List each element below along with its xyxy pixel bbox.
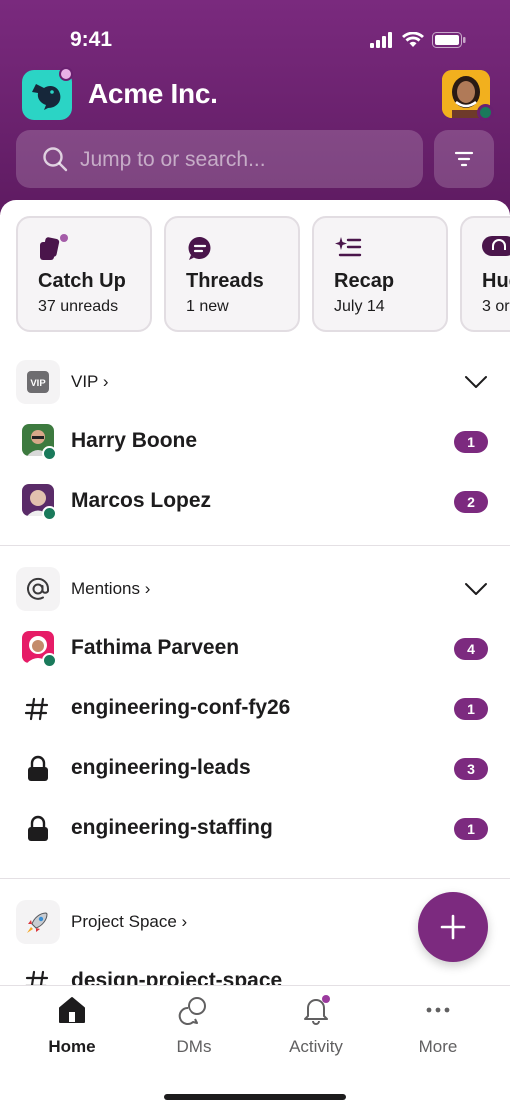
home-sheet: Catch Up 37 unreads Threads 1 new Recap … xyxy=(0,200,510,1109)
home-icon xyxy=(59,997,85,1023)
huddles-icon xyxy=(482,236,510,256)
presence-indicator xyxy=(42,506,57,521)
search-bar[interactable]: Jump to or search... xyxy=(16,130,423,188)
list-item[interactable]: Harry Boone 1 xyxy=(0,412,510,472)
section-title: VIP › xyxy=(71,372,109,391)
presence-indicator xyxy=(42,653,57,668)
mentions-section-icon xyxy=(16,567,60,611)
search-icon xyxy=(43,147,68,172)
status-time: 9:41 xyxy=(70,28,113,51)
workspace-name[interactable]: Acme Inc. xyxy=(88,78,218,110)
more-icon xyxy=(426,1007,450,1013)
search-placeholder: Jump to or search... xyxy=(80,148,266,171)
hash-icon xyxy=(24,697,49,721)
tab-label: More xyxy=(418,1037,458,1056)
section-header-mentions[interactable]: Mentions › xyxy=(0,559,510,619)
card-title: Hud xyxy=(482,270,510,292)
vip-section-icon: VIP xyxy=(16,360,60,404)
unread-badge: 2 xyxy=(454,491,488,513)
tab-label: Activity xyxy=(289,1037,343,1056)
list-item[interactable]: engineering-staffing 1 xyxy=(0,799,510,859)
tab-activity[interactable]: Activity xyxy=(256,994,376,1057)
item-name: Fathima Parveen xyxy=(71,636,240,659)
unread-badge: 1 xyxy=(454,818,488,840)
tab-bar: Home DMs Activity More xyxy=(0,985,510,1109)
card-threads[interactable]: Threads 1 new xyxy=(164,216,300,332)
card-subtitle: 37 unreads xyxy=(38,298,119,315)
plus-icon xyxy=(440,914,466,940)
section-header-vip[interactable]: VIP VIP › xyxy=(0,352,510,412)
unread-badge: 1 xyxy=(454,698,488,720)
section-title: Project Space › xyxy=(71,912,188,931)
my-presence-indicator xyxy=(477,104,494,121)
card-title: Threads xyxy=(186,270,264,292)
status-bar: 9:41 xyxy=(0,28,510,54)
section-vip: VIP VIP › Harry Boone 1 Marcos Lopez 2 xyxy=(0,352,510,532)
unread-badge: 4 xyxy=(454,638,488,660)
list-item[interactable]: engineering-leads 3 xyxy=(0,739,510,799)
rocket-icon xyxy=(27,912,48,933)
section-mentions: Mentions › Fathima Parveen 4 engineering… xyxy=(0,559,510,859)
presence-indicator xyxy=(42,446,57,461)
catch-up-icon xyxy=(40,234,68,260)
card-recap[interactable]: Recap July 14 xyxy=(312,216,448,332)
card-huddles[interactable]: Hud 3 or xyxy=(460,216,510,332)
quick-cards: Catch Up 37 unreads Threads 1 new Recap … xyxy=(16,216,510,332)
chevron-down-icon[interactable] xyxy=(464,374,488,390)
tab-dms[interactable]: DMs xyxy=(134,994,254,1057)
tab-label: Home xyxy=(48,1037,96,1056)
card-subtitle: 3 or xyxy=(482,298,510,315)
item-name: Marcos Lopez xyxy=(71,489,212,512)
recap-icon xyxy=(335,237,362,257)
card-subtitle: 1 new xyxy=(186,298,229,315)
dms-icon xyxy=(178,997,206,1025)
threads-icon xyxy=(188,236,211,260)
compose-button[interactable] xyxy=(418,892,488,962)
card-subtitle: July 14 xyxy=(334,298,385,315)
wifi-icon xyxy=(402,32,424,47)
battery-icon xyxy=(432,32,466,48)
tab-more[interactable]: More xyxy=(378,994,498,1057)
vip-icon: VIP xyxy=(27,371,49,393)
divider xyxy=(0,878,510,879)
list-item[interactable]: Marcos Lopez 2 xyxy=(0,472,510,532)
list-item[interactable]: engineering-conf-fy26 1 xyxy=(0,679,510,739)
tab-home[interactable]: Home xyxy=(12,994,132,1057)
divider xyxy=(0,545,510,546)
section-title: Mentions › xyxy=(71,579,151,598)
status-icons xyxy=(370,32,466,48)
lock-icon xyxy=(28,755,48,781)
item-name: engineering-conf-fy26 xyxy=(71,696,291,719)
lock-icon xyxy=(28,815,48,841)
item-name: engineering-staffing xyxy=(71,816,273,839)
app-header: 9:41 Acme Inc. Jump to or search... xyxy=(0,0,510,215)
cellular-signal-icon xyxy=(370,32,392,48)
unread-badge: 1 xyxy=(454,431,488,453)
project-section-icon xyxy=(16,900,60,944)
svg-text:VIP: VIP xyxy=(30,378,46,389)
at-icon xyxy=(27,577,50,600)
unread-badge: 3 xyxy=(454,758,488,780)
filter-button[interactable] xyxy=(434,130,494,188)
notification-dot xyxy=(59,67,73,81)
filter-icon xyxy=(454,151,474,167)
card-title: Recap xyxy=(334,270,395,292)
home-indicator xyxy=(164,1094,346,1100)
tab-label: DMs xyxy=(176,1037,212,1056)
item-name: engineering-leads xyxy=(71,756,251,779)
list-item[interactable]: Fathima Parveen 4 xyxy=(0,619,510,679)
chevron-down-icon[interactable] xyxy=(464,581,488,597)
card-title: Catch Up xyxy=(38,270,126,292)
bell-icon xyxy=(304,995,330,1025)
card-catch-up[interactable]: Catch Up 37 unreads xyxy=(16,216,152,332)
item-name: Harry Boone xyxy=(71,429,198,452)
